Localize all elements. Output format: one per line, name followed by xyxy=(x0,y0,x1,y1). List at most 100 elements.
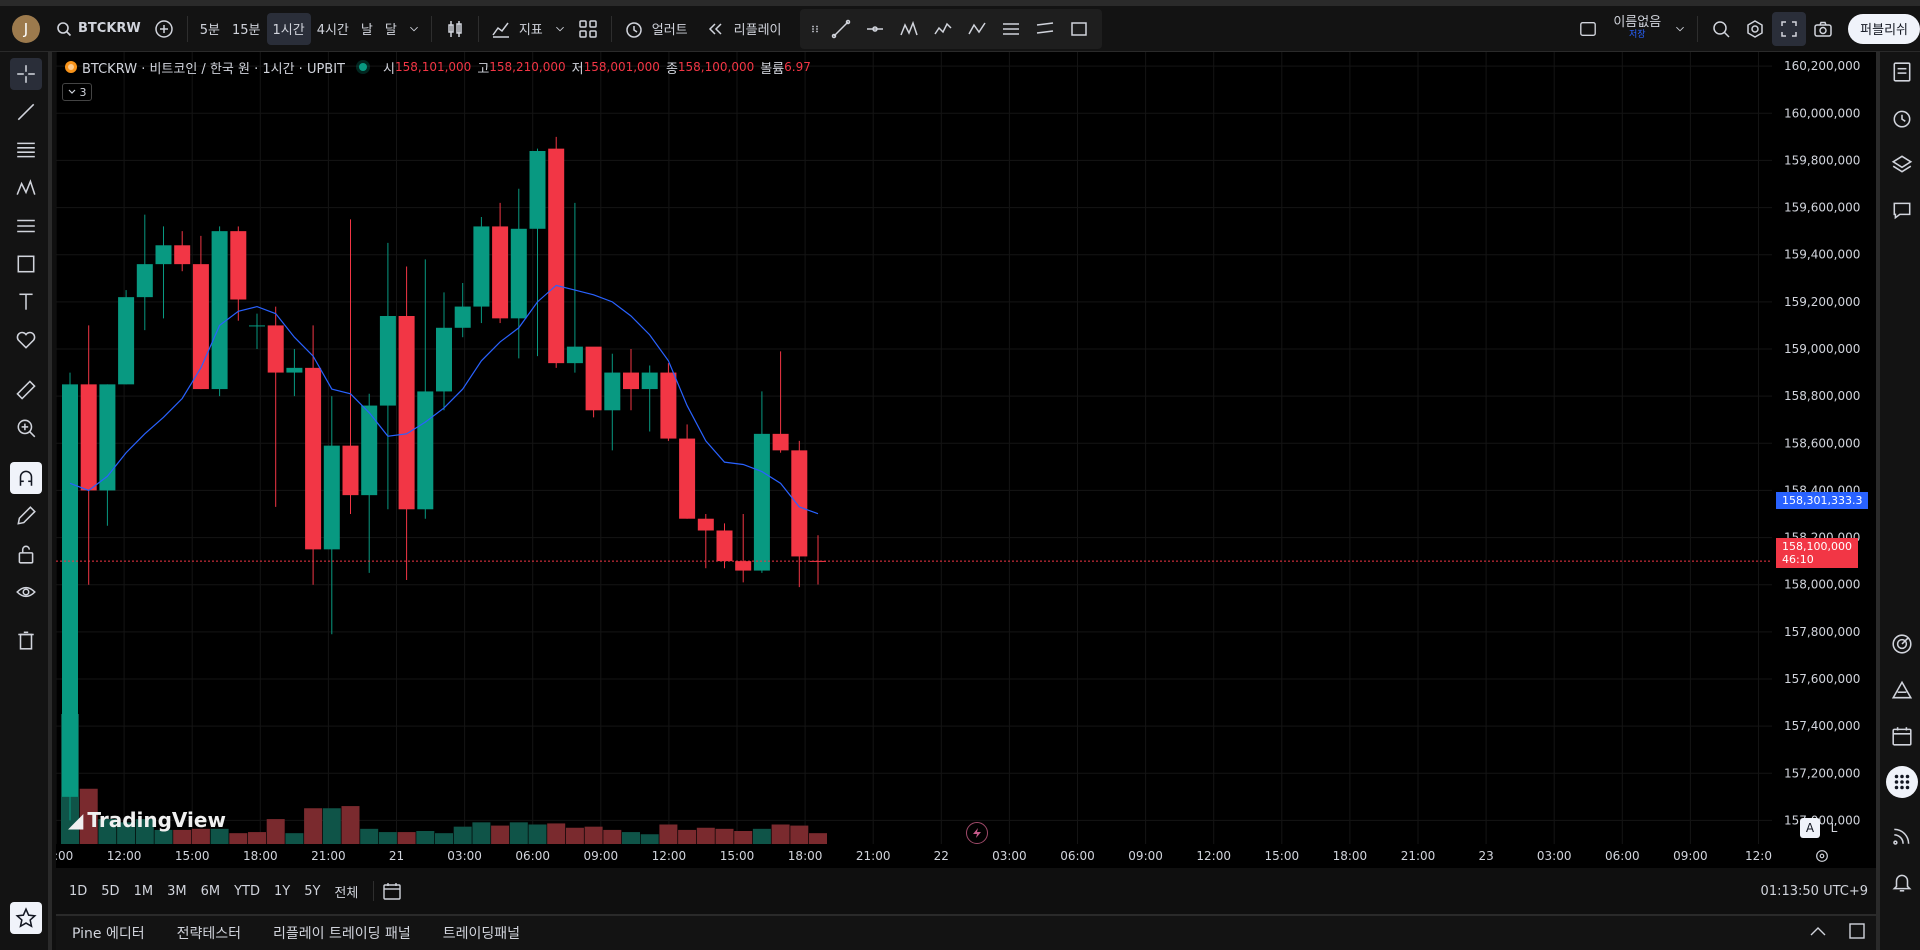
candle-body[interactable] xyxy=(305,367,322,550)
rectangle-tool[interactable] xyxy=(1062,12,1096,46)
candle-body[interactable] xyxy=(529,151,546,229)
quick-search-button[interactable] xyxy=(1704,12,1738,46)
fib-channel-tool[interactable] xyxy=(994,12,1028,46)
watchlist-star-button[interactable] xyxy=(10,902,42,934)
interval-5m[interactable]: 5분 xyxy=(194,13,226,45)
crosshair-tool[interactable] xyxy=(10,58,42,90)
chart-pane[interactable]: 160,200,000 160,000,000 159,800,000 159,600… xyxy=(56,52,1876,868)
legend-title[interactable]: BTCKRW · 비트코인 / 한국 원 · 1시간 · UPBIT xyxy=(82,58,345,77)
candle-body[interactable] xyxy=(623,372,639,390)
candle-body[interactable] xyxy=(174,245,191,265)
interval-day[interactable]: 날 xyxy=(355,13,379,45)
magnet-tool[interactable] xyxy=(10,462,42,494)
layout-checkbox[interactable] xyxy=(1571,12,1605,46)
trendline-tool[interactable] xyxy=(824,12,858,46)
candle-body[interactable] xyxy=(436,327,452,392)
replay-button[interactable]: 리플레이 xyxy=(700,13,788,45)
chats-button[interactable] xyxy=(1886,194,1918,226)
candle-body[interactable] xyxy=(697,518,714,531)
go-to-date-button[interactable] xyxy=(382,881,402,901)
collapse-panel-button[interactable] xyxy=(1798,924,1838,942)
watchlist-button[interactable] xyxy=(1886,56,1918,88)
range-ytd[interactable]: YTD xyxy=(227,884,267,899)
candle-body[interactable] xyxy=(679,438,696,519)
candle-body[interactable] xyxy=(249,325,265,327)
tab-trading-panel[interactable]: 트레이딩패널 xyxy=(427,923,536,943)
candle-body[interactable] xyxy=(753,433,770,571)
candle-body[interactable] xyxy=(62,384,78,797)
tab-strategy-tester[interactable]: 전략테스터 xyxy=(161,923,257,943)
candle-body[interactable] xyxy=(136,264,153,298)
parallel-channel-tool[interactable] xyxy=(1028,12,1062,46)
market-status-dot[interactable] xyxy=(359,63,367,71)
log-scale-button[interactable]: L xyxy=(1824,818,1844,838)
indicator-collapse-button[interactable]: 3 xyxy=(62,83,92,101)
text-tool[interactable] xyxy=(10,286,42,318)
calendar-button[interactable] xyxy=(1886,720,1918,752)
interval-15m[interactable]: 15분 xyxy=(226,13,267,45)
interval-1h[interactable]: 1시간 xyxy=(266,12,311,45)
broadcast-button[interactable] xyxy=(1886,820,1918,852)
elliott-wave-tool[interactable] xyxy=(926,12,960,46)
pattern-tool[interactable] xyxy=(892,12,926,46)
icon-tool[interactable] xyxy=(10,324,42,356)
candle-body[interactable] xyxy=(267,325,284,373)
range-3m[interactable]: 3M xyxy=(160,884,194,899)
fullscreen-button[interactable] xyxy=(1772,11,1807,46)
go-to-realtime-button[interactable] xyxy=(966,822,988,844)
candle-body[interactable] xyxy=(192,264,209,390)
snapshot-button[interactable] xyxy=(1806,12,1840,46)
candle-body[interactable] xyxy=(791,450,808,557)
object-tree-button[interactable] xyxy=(1886,148,1918,180)
interval-4h[interactable]: 4시간 xyxy=(311,13,355,45)
auto-scale-button[interactable]: A xyxy=(1800,818,1820,838)
horizontal-ray-tool[interactable] xyxy=(858,12,892,46)
remove-drawings-tool[interactable] xyxy=(10,624,42,656)
candle-body[interactable] xyxy=(211,231,228,390)
interval-month[interactable]: 달 xyxy=(379,13,403,45)
layout-dropdown[interactable] xyxy=(1669,12,1691,46)
range-1d[interactable]: 1D xyxy=(62,884,94,899)
candle-body[interactable] xyxy=(566,346,583,364)
candle-body[interactable] xyxy=(155,245,172,265)
candle-body[interactable] xyxy=(99,384,116,491)
symbol-search[interactable]: BTCKRW xyxy=(50,13,147,45)
price-axis[interactable] xyxy=(1772,52,1876,868)
chart-type-button[interactable] xyxy=(438,12,472,46)
lock-tool[interactable] xyxy=(10,538,42,570)
compare-button[interactable] xyxy=(147,12,181,46)
candle-body[interactable] xyxy=(286,367,303,373)
notifications-button[interactable] xyxy=(1886,866,1918,898)
alert-button[interactable]: 얼러트 xyxy=(618,13,694,45)
hotlists-button[interactable] xyxy=(1886,628,1918,660)
candle-body[interactable] xyxy=(230,231,247,300)
axis-settings-button[interactable] xyxy=(1814,848,1832,866)
candle-body[interactable] xyxy=(660,372,677,439)
interval-dropdown[interactable] xyxy=(403,12,425,46)
tab-replay-trading-panel[interactable]: 리플레이 트레이딩 패널 xyxy=(257,923,427,943)
range-5d[interactable]: 5D xyxy=(94,884,126,899)
candle-body[interactable] xyxy=(735,561,752,571)
range-1y[interactable]: 1Y xyxy=(267,884,297,899)
candle-body[interactable] xyxy=(80,384,97,491)
candle-body[interactable] xyxy=(772,433,789,451)
fib-tool[interactable] xyxy=(10,134,42,166)
range-6m[interactable]: 6M xyxy=(194,884,228,899)
candle-body[interactable] xyxy=(510,228,527,319)
abcd-pattern-tool[interactable] xyxy=(960,12,994,46)
publish-button[interactable]: 퍼블리쉬 xyxy=(1848,13,1920,44)
range-all[interactable]: 전체 xyxy=(327,882,365,901)
hide-drawings-tool[interactable] xyxy=(10,576,42,608)
apps-button[interactable] xyxy=(1886,766,1918,798)
candle-body[interactable] xyxy=(585,346,602,411)
zoom-tool[interactable] xyxy=(10,412,42,444)
pattern-tool[interactable] xyxy=(10,172,42,204)
maximize-panel-button[interactable] xyxy=(1838,922,1876,944)
alerts-button[interactable] xyxy=(1886,102,1918,134)
ideas-button[interactable] xyxy=(1886,674,1918,706)
candle-body[interactable] xyxy=(454,306,471,328)
keep-drawing-tool[interactable] xyxy=(10,500,42,532)
candle-body[interactable] xyxy=(417,391,434,510)
candle-body[interactable] xyxy=(398,316,415,510)
candle-body[interactable] xyxy=(548,148,565,364)
